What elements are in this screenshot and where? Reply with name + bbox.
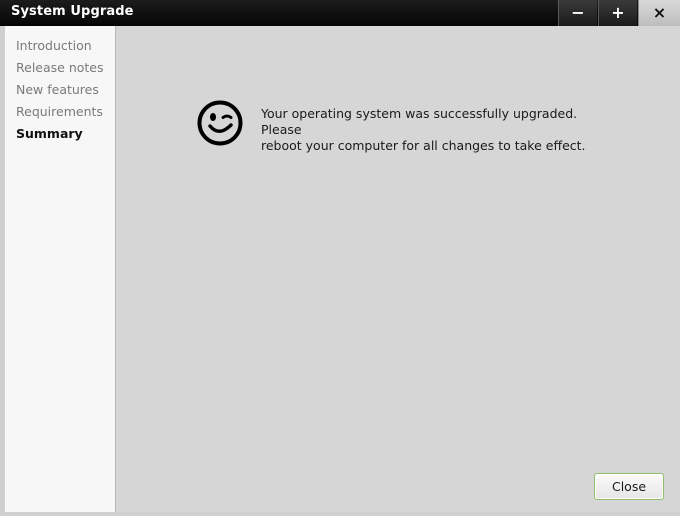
sidebar-item-release-notes[interactable]: Release notes [16, 60, 104, 75]
upgrade-success-message: Your operating system was successfully u… [261, 106, 621, 154]
sidebar: Introduction Release notes New features … [5, 26, 116, 512]
sidebar-item-summary[interactable]: Summary [16, 126, 83, 141]
window-frame-bottom [0, 512, 680, 516]
minimize-button[interactable]: − [558, 0, 597, 26]
sidebar-item-introduction[interactable]: Introduction [16, 38, 92, 53]
message-line-1: Your operating system was successfully u… [261, 106, 578, 137]
summary-page: Your operating system was successfully u… [116, 26, 680, 516]
maximize-button[interactable]: + [598, 0, 637, 26]
title-bar[interactable]: System Upgrade − + × [0, 0, 680, 26]
window-close-button[interactable]: × [638, 0, 680, 26]
sidebar-item-new-features[interactable]: New features [16, 82, 99, 97]
winking-smiley-icon [197, 100, 243, 146]
sidebar-item-requirements[interactable]: Requirements [16, 104, 103, 119]
close-button[interactable]: Close [594, 473, 664, 500]
message-line-2: reboot your computer for all changes to … [261, 138, 586, 153]
window-title: System Upgrade [11, 4, 134, 19]
system-upgrade-window: System Upgrade − + × Introduction Releas… [0, 0, 680, 516]
